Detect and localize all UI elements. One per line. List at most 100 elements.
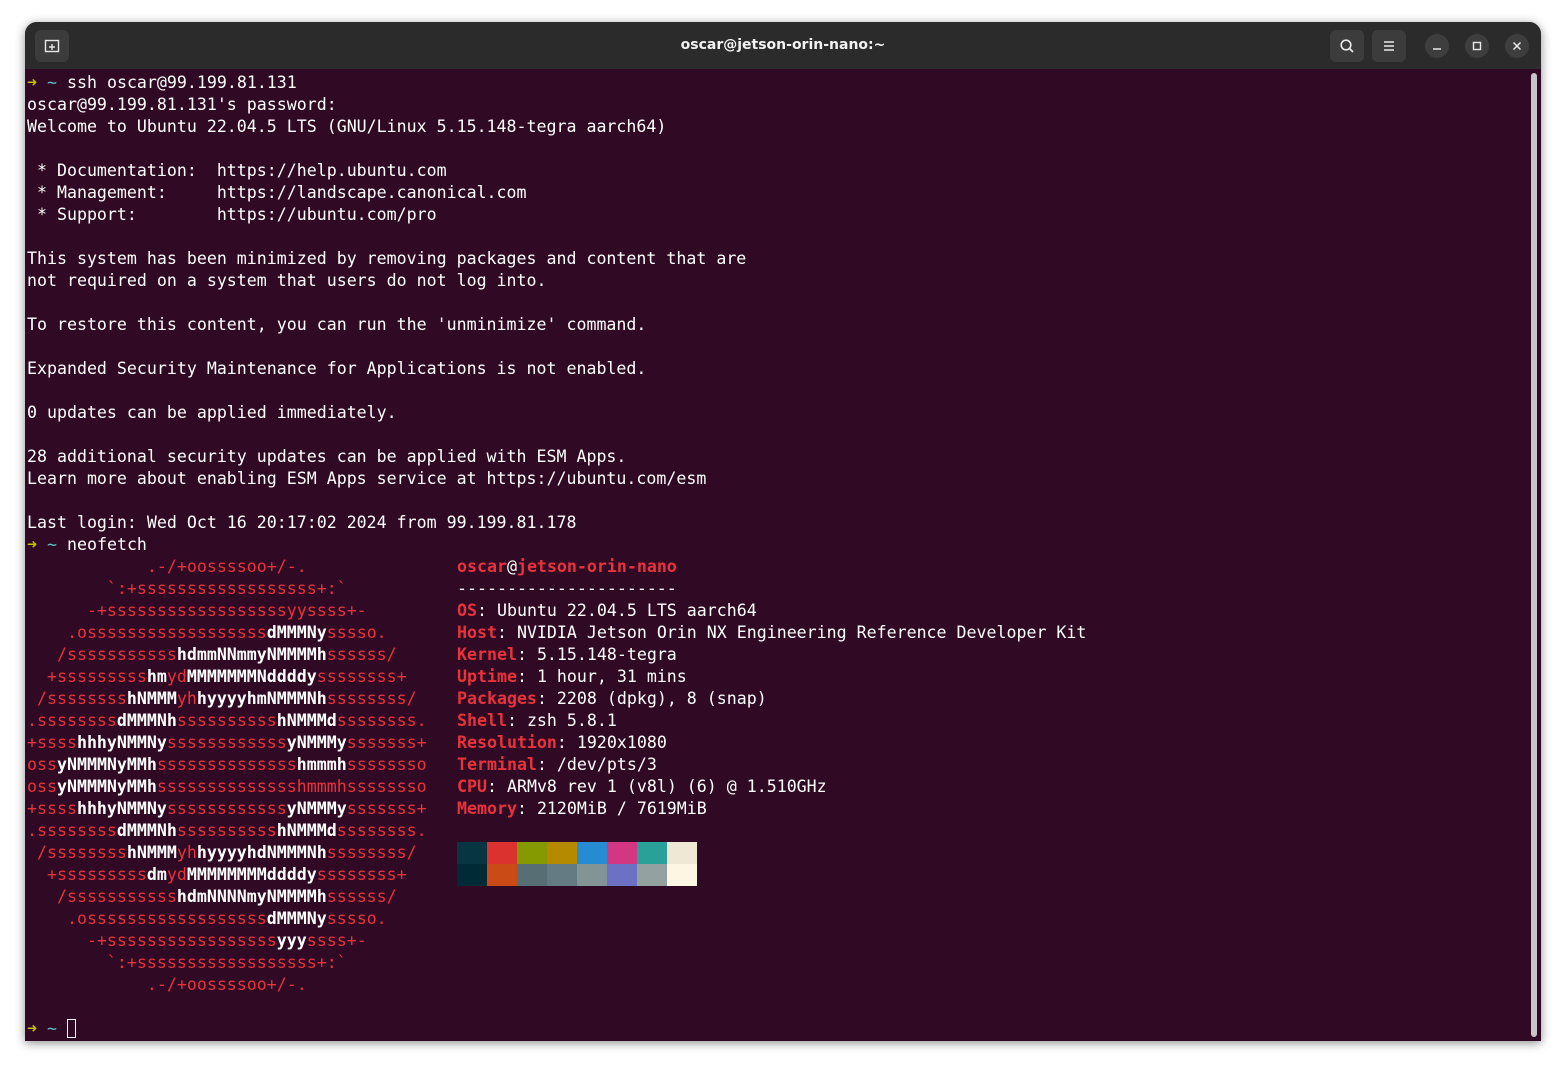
neofetch-field-key: CPU bbox=[457, 777, 487, 796]
search-icon bbox=[1340, 39, 1354, 53]
output-line: not required on a system that users do n… bbox=[27, 271, 547, 290]
neofetch-user: oscar bbox=[457, 557, 507, 576]
palette-swatch bbox=[457, 842, 487, 864]
ascii-logo-segment: +sssssssss bbox=[27, 667, 147, 686]
neofetch-field: Packages: 2208 (dpkg), 8 (snap) bbox=[457, 689, 767, 708]
palette-swatch bbox=[637, 864, 667, 886]
neofetch-field-value: 5.15.148-tegra bbox=[536, 645, 677, 664]
neofetch-field-value: Ubuntu 22.04.5 LTS aarch64 bbox=[496, 601, 757, 620]
neofetch-field: Kernel: 5.15.148-tegra bbox=[457, 645, 677, 664]
ascii-logo-segment: ssssssss. bbox=[336, 821, 427, 840]
ascii-logo-segment: MMMMMMMMddddy bbox=[186, 865, 317, 884]
command-text: ssh oscar@99.199.81.131 bbox=[67, 73, 297, 92]
neofetch-field-value: ARMv8 rev 1 (v8l) (6) @ 1.510GHz bbox=[506, 777, 827, 796]
ascii-logo-segment: yNMMMNyMMh bbox=[56, 777, 157, 796]
neofetch-field: Host: NVIDIA Jetson Orin NX Engineering … bbox=[457, 623, 1087, 642]
ascii-logo-line: `:+ssssssssssssssssss+:` bbox=[27, 952, 746, 974]
ascii-logo-segment: `:+ssssssssssssssssss+:` bbox=[27, 579, 347, 598]
neofetch-field-key: Terminal bbox=[457, 755, 537, 774]
ascii-logo-segment: yh bbox=[176, 689, 197, 708]
ascii-logo-segment: hNMMMd bbox=[276, 821, 337, 840]
minimize-button[interactable] bbox=[1425, 34, 1449, 58]
terminal-area[interactable]: ➜ ~ ssh oscar@99.199.81.131 oscar@99.199.… bbox=[25, 69, 1529, 1041]
minimize-icon bbox=[1433, 48, 1441, 50]
ascii-logo-segment: yyy bbox=[276, 931, 307, 950]
menu-button[interactable] bbox=[1372, 30, 1406, 62]
ascii-logo-segment: .ossssssssssssssssss bbox=[27, 909, 267, 928]
ascii-logo-segment: dm bbox=[146, 865, 167, 884]
ascii-logo-segment: sssssss+ bbox=[346, 799, 427, 818]
prompt-line: ➜ ~ ssh oscar@99.199.81.131 bbox=[27, 72, 746, 94]
ascii-logo-segment: oss bbox=[27, 777, 57, 796]
neofetch-field-key: Packages bbox=[457, 689, 537, 708]
output-line: * Support: https://ubuntu.com/pro bbox=[27, 205, 437, 224]
ascii-logo-segment: ssssssssssss bbox=[166, 799, 287, 818]
palette-swatch bbox=[667, 864, 697, 886]
ascii-logo-segment: ssssssss+ bbox=[316, 667, 407, 686]
ascii-logo-segment: -+ssssssssssssssssssyyssss+- bbox=[27, 601, 367, 620]
neofetch-separator: ---------------------- bbox=[457, 579, 677, 598]
output-line: Expanded Security Maintenance for Applic… bbox=[27, 359, 647, 378]
ascii-logo-segment: ssss+- bbox=[306, 931, 367, 950]
output-line: 0 updates can be applied immediately. bbox=[27, 403, 397, 422]
ascii-logo-segment: MMMMMMMNddddy bbox=[186, 667, 317, 686]
ascii-logo-segment: hyyyyhmNMMMNh bbox=[196, 689, 327, 708]
ascii-logo-segment: hNMMM bbox=[126, 843, 177, 862]
neofetch-field-key: Host bbox=[457, 623, 497, 642]
neofetch-field: Shell: zsh 5.8.1 bbox=[457, 711, 617, 730]
neofetch-field: Resolution: 1920x1080 bbox=[457, 733, 667, 752]
output-line: Learn more about enabling ESM Apps servi… bbox=[27, 469, 707, 488]
ascii-logo-segment: yd bbox=[166, 667, 187, 686]
palette-swatch bbox=[547, 864, 577, 886]
neofetch-title: oscar@jetson-orin-nano bbox=[457, 556, 1086, 578]
output-line: * Documentation: https://help.ubuntu.com bbox=[27, 161, 447, 180]
prompt-arrow-icon: ➜ bbox=[27, 73, 37, 92]
ascii-logo-segment: ssssss/ bbox=[326, 645, 397, 664]
neofetch-at: @ bbox=[506, 557, 517, 576]
ascii-logo-segment: ssssssssssss bbox=[166, 733, 287, 752]
output-line: 28 additional security updates can be ap… bbox=[27, 447, 627, 466]
neofetch-field-key: Uptime bbox=[457, 667, 517, 686]
ascii-logo-segment: ssssssssss bbox=[176, 821, 277, 840]
neofetch-field-key: OS bbox=[457, 601, 477, 620]
neofetch-field: CPU: ARMv8 rev 1 (v8l) (6) @ 1.510GHz bbox=[457, 777, 827, 796]
ascii-logo-segment: dMMMNh bbox=[116, 821, 177, 840]
ascii-logo-line: .-/+oossssoo+/-. bbox=[27, 974, 746, 996]
neofetch-info: oscar@jetson-orin-nano ------------------… bbox=[457, 556, 1086, 820]
ascii-logo-segment: ssssssssss bbox=[176, 711, 277, 730]
neofetch-field-key: Resolution bbox=[457, 733, 557, 752]
ascii-logo-segment: ssssssss+ bbox=[316, 865, 407, 884]
ascii-logo-segment: yd bbox=[166, 865, 187, 884]
maximize-button[interactable] bbox=[1465, 34, 1489, 58]
palette-swatch bbox=[607, 842, 637, 864]
ascii-logo-segment: hNMMM bbox=[126, 689, 177, 708]
search-button[interactable] bbox=[1330, 30, 1364, 62]
output-line: Welcome to Ubuntu 22.04.5 LTS (GNU/Linux… bbox=[27, 117, 667, 136]
output-line: This system has been minimized by removi… bbox=[27, 249, 747, 268]
scrollbar[interactable] bbox=[1531, 73, 1537, 1037]
neofetch-field-value: NVIDIA Jetson Orin NX Engineering Refere… bbox=[516, 623, 1087, 642]
output-line: oscar@99.199.81.131's password: bbox=[27, 95, 337, 114]
palette-swatch bbox=[637, 842, 667, 864]
ascii-logo-segment: sssso. bbox=[326, 909, 387, 928]
terminal-window: oscar@jetson-orin-nano:~ ➜ ~ ssh oscar@9… bbox=[25, 22, 1541, 1041]
ascii-logo-segment: dMMMNy bbox=[266, 909, 327, 928]
ascii-logo-line: .ssssssssdMMMNhsssssssssshNMMMdssssssss. bbox=[27, 820, 746, 842]
ascii-logo-line: /ssssssssssshdmNNNNmyNMMMMhssssss/ bbox=[27, 886, 746, 908]
ascii-logo-segment: yNMMMy bbox=[286, 733, 347, 752]
maximize-icon bbox=[1472, 41, 1482, 51]
close-button[interactable] bbox=[1505, 34, 1529, 58]
prompt-line: ➜ ~ bbox=[27, 1018, 746, 1040]
neofetch-field-key: Shell bbox=[457, 711, 507, 730]
ascii-logo-segment: oss bbox=[27, 755, 57, 774]
neofetch-field: OS: Ubuntu 22.04.5 LTS aarch64 bbox=[457, 601, 757, 620]
palette-swatch bbox=[577, 864, 607, 886]
ascii-logo-segment: /ssssssss bbox=[27, 689, 127, 708]
neofetch-field-value: 1920x1080 bbox=[576, 733, 667, 752]
output-line: To restore this content, you can run the… bbox=[27, 315, 647, 334]
ascii-logo-segment: /sssssssssss bbox=[27, 887, 177, 906]
output-line: Last login: Wed Oct 16 20:17:02 2024 fro… bbox=[27, 513, 577, 532]
